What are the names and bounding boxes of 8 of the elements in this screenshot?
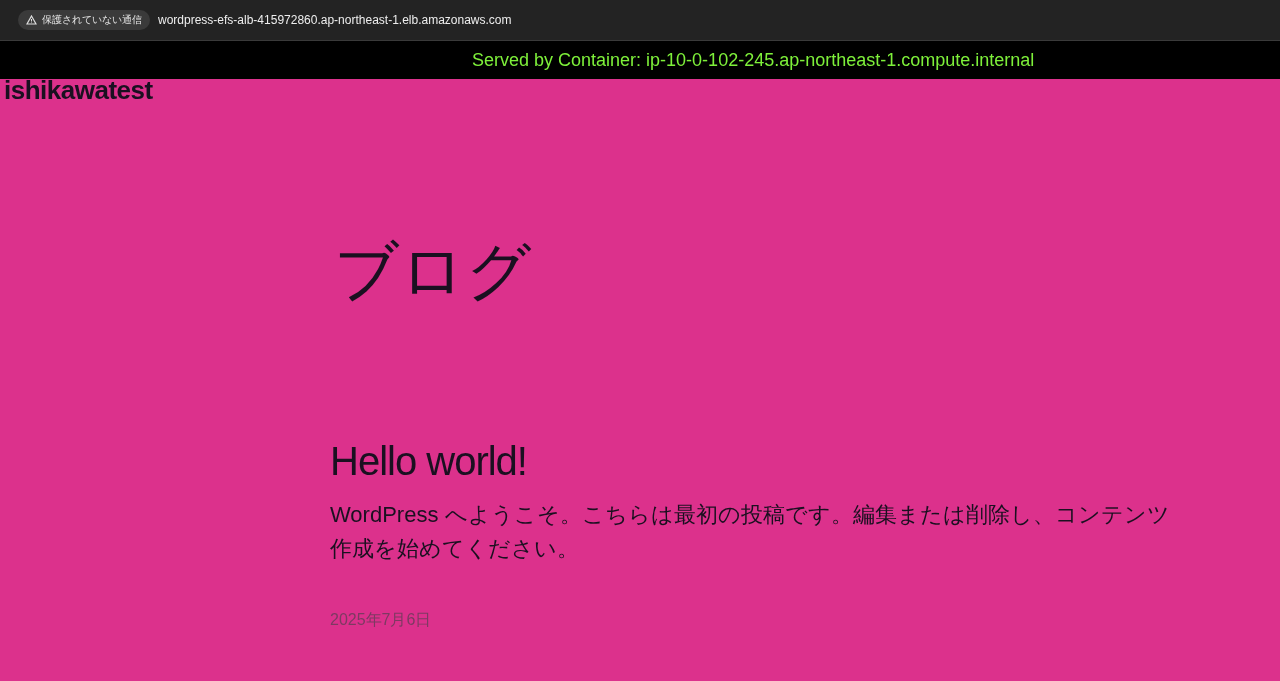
address-bar-url[interactable]: wordpress-efs-alb-415972860.ap-northeast-1.elb.amazonaws.com — [158, 13, 512, 27]
warning-icon — [26, 15, 37, 25]
site-title[interactable]: ishikawatest — [4, 75, 153, 105]
post-excerpt: WordPress へようこそ。こちらは最初の投稿です。編集または削除し、コンテンツ作成を始めてください。 — [330, 501, 1171, 563]
container-banner-text: Served by Container: ip-10-0-102-245.ap-northeast-1.compute.internal — [472, 49, 1035, 71]
page-title: ブログ — [334, 234, 533, 309]
post-title[interactable]: Hello world! — [330, 439, 1280, 484]
security-indicator[interactable]: 保護されていない通信 — [18, 10, 150, 30]
